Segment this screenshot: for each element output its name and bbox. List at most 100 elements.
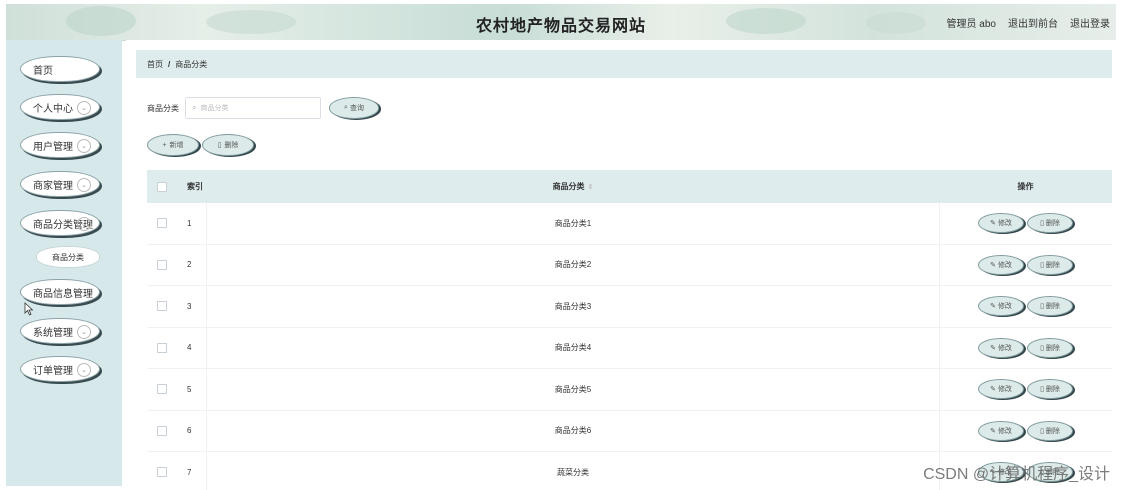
action-row: + 新增 ▯ 删除 — [147, 134, 254, 156]
delete-button[interactable]: ▯ 删除 — [1027, 213, 1073, 234]
sidebar-item-label: 个人中心 — [33, 103, 73, 115]
row-name: 蔬菜分类 — [207, 452, 940, 490]
delete-button[interactable]: ▯ 删除 — [1027, 296, 1073, 317]
edit-icon: ✎ — [990, 303, 996, 311]
row-checkbox[interactable] — [157, 384, 167, 395]
table-row: 3 商品分类3 ✎ 修改 ▯ 删除 — [147, 286, 1112, 328]
delete-button-label: 删除 — [224, 142, 239, 149]
select-all-checkbox[interactable] — [157, 181, 167, 192]
breadcrumb-current: 商品分类 — [175, 59, 208, 69]
breadcrumb-home[interactable]: 首页 — [147, 59, 163, 70]
sidebar-item-order-management[interactable]: 订单管理 ⌄ — [20, 356, 100, 382]
row-check-cell — [147, 203, 177, 244]
row-check-cell — [147, 328, 177, 369]
trash-icon: ▯ — [217, 142, 222, 149]
add-button[interactable]: + 新增 — [147, 134, 199, 156]
edit-button[interactable]: ✎ 修改 — [978, 254, 1024, 275]
delete-button-label: 删除 — [1045, 303, 1060, 311]
main-content: 首页 / 商品分类 商品分类 ⌕ 商品分类 ⌕ 查询 + 新增 ▯ 删除 索引 … — [126, 40, 1116, 490]
row-name: 商品分类1 — [207, 203, 940, 244]
edit-icon: ✎ — [990, 427, 996, 435]
row-name: 商品分类2 — [207, 244, 940, 285]
sidebar-item-label: 用户管理 — [33, 141, 73, 153]
row-index: 2 — [177, 244, 207, 285]
row-checkbox[interactable] — [157, 301, 167, 312]
row-ops: ✎ 修改 ▯ 删除 — [939, 203, 1112, 244]
search-button[interactable]: ⌕ 查询 — [329, 97, 379, 119]
admin-label: 管理员 abo — [946, 19, 996, 30]
edit-icon: ✎ — [990, 344, 996, 352]
edit-button-label: 修改 — [997, 344, 1012, 352]
row-checkbox[interactable] — [157, 467, 167, 478]
sidebar-item-label: 首页 — [33, 65, 53, 77]
sidebar-item-user-management[interactable]: 用户管理 ⌄ — [20, 132, 100, 158]
delete-button-label: 删除 — [1045, 261, 1060, 269]
breadcrumb-separator: / — [168, 59, 171, 69]
search-placeholder: 商品分类 — [200, 105, 229, 112]
delete-button[interactable]: ▯ 删除 — [1027, 420, 1073, 441]
delete-button[interactable]: ▯ 删除 — [1027, 379, 1073, 400]
sidebar-item-system-management[interactable]: 系统管理 ⌄ — [20, 318, 100, 344]
search-row: 商品分类 ⌕ 商品分类 ⌕ 查询 — [147, 96, 379, 120]
row-checkbox[interactable] — [157, 218, 167, 229]
batch-delete-button[interactable]: ▯ 删除 — [202, 134, 254, 156]
row-checkbox[interactable] — [157, 425, 167, 436]
trash-icon: ▯ — [1040, 220, 1044, 228]
edit-button[interactable]: ✎ 修改 — [978, 379, 1024, 400]
edit-button[interactable]: ✎ 修改 — [978, 213, 1024, 234]
search-icon: ⌕ — [192, 103, 197, 112]
row-check-cell — [147, 369, 177, 410]
delete-button-label: 删除 — [1045, 386, 1060, 394]
edit-button[interactable]: ✎ 修改 — [978, 420, 1024, 441]
category-table: 索引 商品分类 ⇕ 操作 1 商品分类1 ✎ 修改 ▯ 删除 2 商品分类2 ✎ 修改 ▯ 删除 3 商品… — [147, 170, 1112, 490]
row-name: 商品分类3 — [207, 286, 940, 327]
header-ops: 操作 — [1017, 182, 1034, 191]
edit-button-label: 修改 — [997, 303, 1012, 311]
sidebar-item-label: 商家管理 — [33, 180, 73, 192]
sidebar: 首页 个人中心 ⌄ 用户管理 ⌄ 商家管理 ⌄ 商品分类管理 ⌄ 商品分类 商品… — [6, 40, 122, 486]
row-check-cell — [147, 411, 177, 452]
edit-button[interactable]: ✎ 修改 — [978, 337, 1024, 358]
search-input[interactable]: ⌕ 商品分类 — [185, 97, 321, 119]
sort-icon[interactable]: ⇕ — [588, 183, 594, 191]
header-name-label: 商品分类 — [552, 182, 585, 191]
mouse-cursor-icon — [24, 302, 34, 316]
row-index: 6 — [177, 410, 207, 451]
trash-icon: ▯ — [1040, 386, 1044, 394]
sidebar-item-home[interactable]: 首页 — [20, 56, 100, 82]
chevron-down-icon: ⌄ — [77, 178, 91, 192]
edit-button[interactable]: ✎ 修改 — [978, 296, 1024, 317]
delete-button[interactable]: ▯ 删除 — [1027, 254, 1073, 275]
row-checkbox[interactable] — [157, 342, 167, 353]
table-row: 6 商品分类6 ✎ 修改 ▯ 删除 — [147, 410, 1112, 452]
sidebar-item-personal-center[interactable]: 个人中心 ⌄ — [20, 94, 100, 120]
search-label: 商品分类 — [147, 103, 179, 113]
logout-link[interactable]: 退出登录 — [1070, 15, 1110, 30]
sidebar-item-category-management[interactable]: 商品分类管理 ⌄ — [20, 210, 100, 236]
sidebar-item-label: 系统管理 — [33, 327, 73, 339]
delete-button[interactable]: ▯ 删除 — [1027, 337, 1073, 358]
table-body: 1 商品分类1 ✎ 修改 ▯ 删除 2 商品分类2 ✎ 修改 ▯ 删除 3 商品分类3 ✎ 修改 ▯ 删除 4 商品分… — [147, 203, 1112, 490]
row-name: 商品分类6 — [207, 410, 940, 451]
table-row: 4 商品分类4 ✎ 修改 ▯ 删除 — [147, 327, 1112, 369]
header-check-cell — [147, 170, 177, 203]
table-row: 2 商品分类2 ✎ 修改 ▯ 删除 — [147, 244, 1112, 286]
delete-button-label: 删除 — [1045, 344, 1060, 352]
sidebar-item-merchant-management[interactable]: 商家管理 ⌄ — [20, 171, 100, 197]
header-index: 索引 — [187, 182, 203, 191]
search-icon: ⌕ — [344, 104, 348, 111]
back-to-front-link[interactable]: 退出到前台 — [1008, 15, 1058, 30]
trash-icon: ▯ — [1040, 427, 1044, 435]
delete-button-label: 删除 — [1045, 220, 1060, 228]
row-checkbox[interactable] — [157, 259, 167, 270]
sidebar-subitem-category[interactable]: 商品分类 — [36, 246, 100, 268]
watermark: CSDN @计算机程序_设计 — [923, 466, 1110, 483]
page: 农村地产物品交易网站 管理员 abo 退出到前台 退出登录 首页 个人中心 ⌄ … — [0, 0, 1124, 490]
edit-button-label: 修改 — [997, 220, 1012, 228]
header-name[interactable]: 商品分类 ⇕ — [207, 170, 939, 203]
row-index: 5 — [177, 369, 207, 410]
sidebar-item-label: 商品信息管理 — [33, 288, 93, 300]
row-ops: ✎ 修改 ▯ 删除 — [939, 286, 1112, 327]
breadcrumb: 首页 / 商品分类 — [136, 50, 1112, 78]
chevron-down-icon: ⌄ — [77, 139, 91, 153]
